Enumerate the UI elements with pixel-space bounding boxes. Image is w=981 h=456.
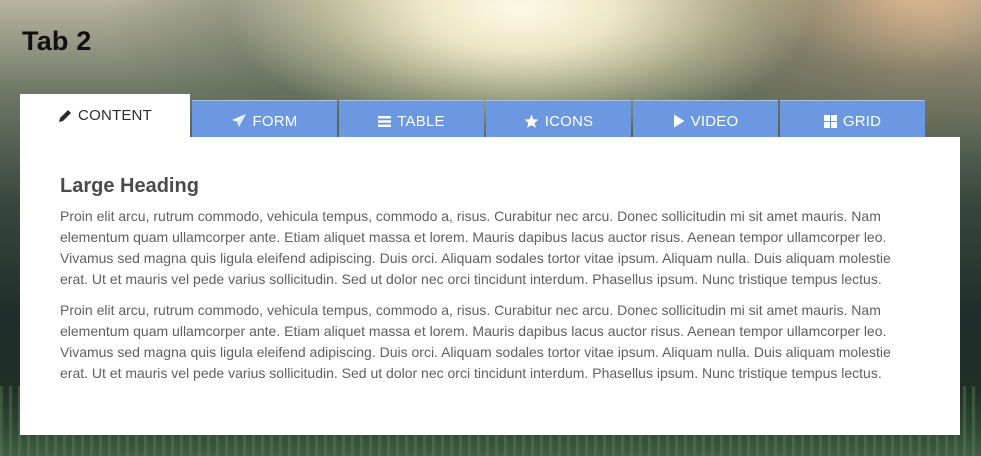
content-paragraph: Proin elit arcu, rutrum commodo, vehicul…	[60, 302, 891, 381]
page-title: Tab 2	[22, 26, 92, 56]
tab-label: GRID	[842, 112, 882, 130]
pencil-icon	[58, 109, 72, 123]
tab-video[interactable]: VIDEO	[633, 100, 778, 137]
tab-table[interactable]: TABLE	[339, 100, 484, 137]
tab-grid[interactable]: GRID	[780, 100, 925, 137]
content-heading: Large Heading	[60, 175, 199, 197]
tab-content[interactable]: CONTENT	[20, 94, 190, 137]
star-icon	[524, 114, 539, 129]
tab-label: TABLE	[397, 112, 445, 130]
paper-plane-icon	[231, 114, 247, 128]
tab-icons[interactable]: ICONS	[486, 100, 631, 137]
tab-form[interactable]: FORM	[192, 100, 337, 137]
tab-label: VIDEO	[690, 112, 739, 130]
tab-label: CONTENT	[78, 107, 152, 124]
content-paragraph: Proin elit arcu, rutrum commodo, vehicul…	[60, 208, 891, 287]
tab-bar: CONTENT FORM TABLE ICONS VIDEO GRID	[20, 94, 927, 137]
grid-icon	[823, 114, 837, 128]
tab-label: FORM	[252, 112, 298, 130]
play-icon	[673, 114, 685, 128]
list-icon	[378, 115, 392, 128]
tab-label: ICONS	[544, 112, 594, 130]
tab-content-panel: Large Heading Proin elit arcu, rutrum co…	[20, 137, 960, 435]
